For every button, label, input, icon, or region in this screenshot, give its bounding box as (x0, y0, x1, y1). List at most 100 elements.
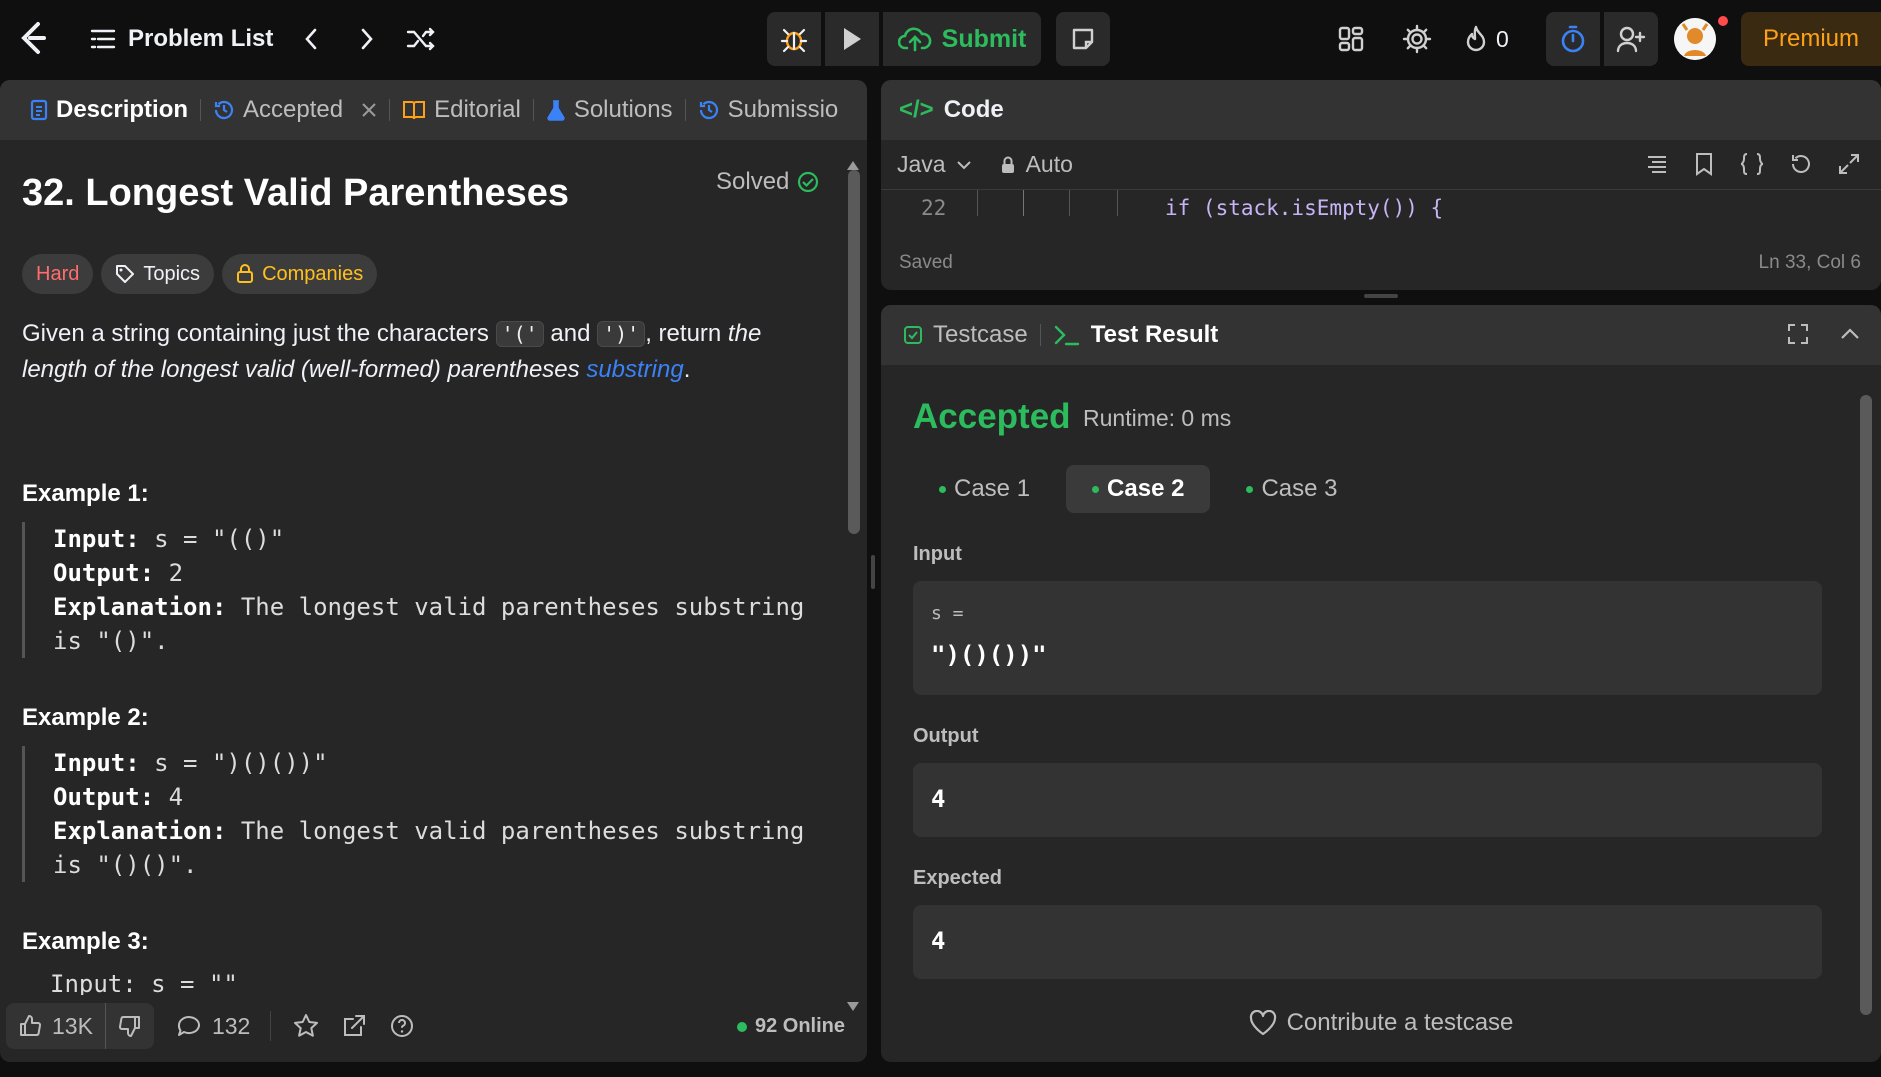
input-box: s = ")()())" (913, 581, 1822, 695)
solved-status: Solved (716, 168, 819, 196)
explanation-text: The longest valid parentheses substring (226, 817, 805, 845)
avatar[interactable] (1674, 18, 1716, 60)
case-label: Case 3 (1261, 475, 1338, 502)
indent-guide (1069, 190, 1070, 216)
tab-description[interactable]: Description (18, 80, 200, 140)
premium-button[interactable]: Premium (1741, 12, 1881, 66)
problem-list-label: Problem List (128, 25, 274, 52)
next-problem-button[interactable] (352, 20, 382, 58)
contribute-label: Contribute a testcase (1286, 1009, 1514, 1036)
tab-submissions-label: Submissio (727, 96, 839, 123)
tab-testcase[interactable]: Testcase (903, 321, 1028, 349)
autocomplete-mode[interactable]: Auto (1000, 151, 1073, 178)
output-label: Output: (53, 783, 155, 811)
random-problem-button[interactable] (404, 20, 438, 58)
close-icon[interactable] (361, 102, 377, 118)
comments-button[interactable]: 132 (176, 1013, 250, 1040)
tab-submissions[interactable]: Submissio (686, 80, 851, 140)
invite-button[interactable] (1604, 12, 1658, 66)
tag-icon (116, 265, 135, 283)
flame-icon (1466, 25, 1486, 52)
case-tab-1[interactable]: Case 1 (913, 465, 1056, 513)
tab-accepted[interactable]: Accepted (201, 80, 389, 140)
fullscreen-icon[interactable] (1787, 323, 1809, 345)
submit-label: Submit (941, 24, 1027, 53)
example-title: Example 3: (22, 928, 149, 955)
tab-description-label: Description (56, 96, 189, 123)
run-button[interactable] (825, 12, 879, 66)
upvote-button[interactable]: 13K (6, 1013, 105, 1040)
tab-divider (1039, 324, 1041, 346)
chevron-up-icon[interactable] (1839, 323, 1861, 345)
input-label: Input: (53, 749, 140, 777)
desc-text: and (543, 320, 598, 347)
streak-counter[interactable]: 0 (1464, 20, 1509, 58)
scrollbar-thumb[interactable] (1860, 395, 1872, 1015)
case-tab-3[interactable]: Case 3 (1220, 465, 1363, 513)
comment-count: 132 (211, 1012, 251, 1039)
shuffle-icon (406, 27, 435, 51)
tab-solutions-label: Solutions (573, 96, 673, 123)
result-actions (1787, 323, 1861, 345)
verdict-label: Accepted (913, 397, 1071, 436)
editor-actions (1645, 152, 1861, 176)
prev-problem-button[interactable] (296, 20, 326, 58)
topics-tag[interactable]: Topics (101, 254, 215, 294)
notes-button[interactable] (1056, 12, 1110, 66)
problem-list-button[interactable]: Problem List (90, 20, 273, 58)
language-select[interactable]: Java (897, 151, 972, 178)
tab-editorial-label: Editorial (434, 96, 521, 123)
substring-link[interactable]: substring (586, 356, 683, 383)
save-status: Saved (899, 252, 953, 273)
problem-description: Given a string containing just the chara… (22, 316, 827, 388)
cloud-upload-icon (897, 27, 931, 52)
check-circle-icon (798, 171, 819, 193)
tab-test-result[interactable]: Test Result (1053, 321, 1218, 349)
lock-icon (1001, 156, 1014, 173)
footer-divider (270, 1011, 272, 1041)
indent-guide (1117, 190, 1118, 216)
document-icon (30, 99, 48, 121)
indent-guide (1023, 190, 1024, 216)
external-link-icon (344, 1015, 366, 1036)
format-icon[interactable] (1645, 152, 1669, 176)
debug-button[interactable] (767, 12, 821, 66)
companies-tag[interactable]: Companies (222, 254, 378, 294)
language-label: Java (897, 151, 946, 177)
pass-dot (1246, 485, 1254, 493)
desc-text: , return (645, 320, 728, 347)
code-editor[interactable]: 22 if (stack.isEmpty()) { (881, 190, 1881, 230)
favorite-button[interactable] (293, 1013, 319, 1039)
result-tabs: Testcase Test Result (881, 305, 1881, 365)
tab-accepted-label: Accepted (243, 96, 344, 123)
reset-icon[interactable] (1789, 152, 1813, 176)
settings-button[interactable] (1398, 20, 1436, 58)
vertical-resize-handle[interactable] (871, 555, 875, 589)
case-tab-2[interactable]: Case 2 (1066, 465, 1211, 513)
tab-editorial[interactable]: Editorial (390, 80, 533, 140)
downvote-button[interactable] (104, 1003, 154, 1049)
tab-solutions[interactable]: Solutions (534, 80, 685, 140)
share-button[interactable] (341, 1013, 367, 1039)
leetcode-logo-icon[interactable] (14, 18, 52, 58)
description-tabs: Description Accepted Editorial Solutions… (0, 80, 867, 140)
horizontal-resize-handle[interactable] (1364, 294, 1398, 298)
bookmark-icon[interactable] (1693, 152, 1715, 176)
checkbox-icon (904, 326, 922, 344)
comment-icon (177, 1016, 200, 1036)
description-footer: 13K 132 92 Online (0, 995, 867, 1057)
code-header: </> Code (881, 80, 1881, 140)
topics-label: Topics (143, 262, 201, 285)
case-label: Case 2 (1107, 475, 1185, 502)
help-button[interactable] (389, 1013, 415, 1039)
expand-icon[interactable] (1837, 152, 1861, 176)
scrollbar-thumb[interactable] (848, 170, 860, 534)
submit-button[interactable]: Submit (883, 12, 1041, 66)
output-value: 4 (154, 783, 184, 811)
vote-group: 13K (6, 1003, 154, 1049)
braces-icon[interactable] (1739, 152, 1765, 176)
timer-button[interactable] (1546, 12, 1600, 66)
description-panel: Description Accepted Editorial Solutions… (0, 80, 867, 1062)
contribute-testcase-button[interactable]: Contribute a testcase (881, 1009, 1881, 1037)
layout-button[interactable] (1332, 20, 1370, 58)
